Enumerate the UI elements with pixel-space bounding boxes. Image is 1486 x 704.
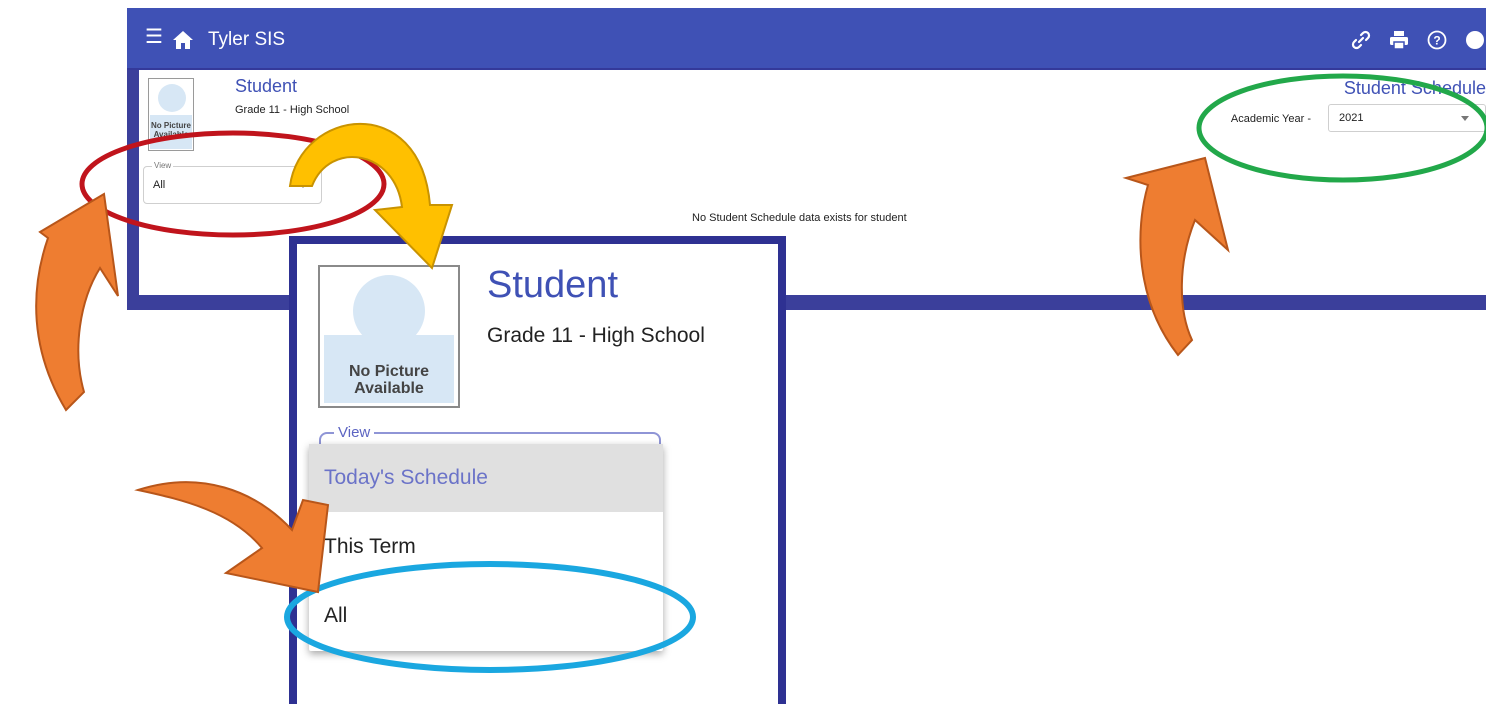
zoomed-inset: No Picture Available Student Grade 11 - … bbox=[289, 236, 786, 704]
svg-text:?: ? bbox=[1433, 34, 1440, 48]
avatar-head-shape bbox=[158, 84, 186, 112]
academic-year-value: 2021 bbox=[1339, 112, 1364, 124]
toolbar-icons: ? bbox=[1350, 28, 1486, 52]
link-icon[interactable] bbox=[1350, 29, 1372, 51]
student-grade-zoomed: Grade 11 - High School bbox=[487, 324, 705, 347]
dropdown-option-all[interactable]: All bbox=[309, 582, 663, 650]
student-grade: Grade 11 - High School bbox=[235, 104, 350, 116]
curved-arrow-orange-left bbox=[35, 192, 119, 412]
view-select[interactable]: View All bbox=[143, 161, 322, 204]
no-picture-text: No Picture Available bbox=[348, 363, 429, 397]
user-circle-icon[interactable] bbox=[1464, 29, 1486, 51]
chevron-down-icon bbox=[1461, 116, 1469, 121]
chevron-down-icon bbox=[299, 183, 307, 188]
academic-year-label: Academic Year - bbox=[1230, 113, 1311, 125]
menu-icon[interactable]: ☰ bbox=[145, 27, 163, 47]
dropdown-option-this-term[interactable]: This Term bbox=[309, 513, 663, 581]
print-icon[interactable] bbox=[1388, 29, 1410, 51]
home-icon[interactable] bbox=[172, 30, 194, 50]
student-name: Student bbox=[235, 76, 298, 96]
top-bar: ☰ Tyler SIS ? bbox=[127, 8, 1486, 70]
student-name-zoomed: Student bbox=[487, 264, 618, 306]
app-title: Tyler SIS bbox=[208, 29, 286, 50]
view-select-label: View bbox=[152, 161, 174, 170]
view-select-value: All bbox=[153, 179, 166, 191]
empty-state-message: No Student Schedule data exists for stud… bbox=[692, 212, 907, 224]
no-picture-text: No Picture Available bbox=[150, 121, 191, 139]
student-photo-placeholder: No Picture Available bbox=[148, 78, 194, 151]
help-icon[interactable]: ? bbox=[1426, 29, 1448, 51]
student-photo-placeholder-zoomed: No Picture Available bbox=[318, 265, 460, 408]
dropdown-option-todays-schedule[interactable]: Today's Schedule bbox=[309, 444, 663, 512]
view-select-label-zoomed: View bbox=[334, 424, 375, 441]
view-dropdown-menu: Today's Schedule This Term All bbox=[309, 444, 663, 651]
page-title: Student Schedule bbox=[1343, 78, 1486, 98]
academic-year-select[interactable]: 2021 bbox=[1328, 104, 1486, 132]
